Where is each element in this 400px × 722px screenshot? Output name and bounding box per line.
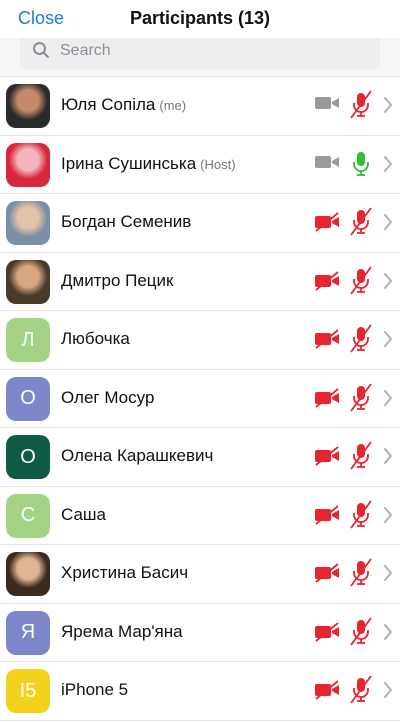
avatar-photo <box>6 84 50 128</box>
chevron-right-icon[interactable] <box>383 272 393 295</box>
participant-row[interactable]: Л Любочка <box>0 311 400 370</box>
participant-name-container: Христина Басич <box>61 563 188 583</box>
participant-name: Богдан Семенив <box>61 212 192 231</box>
video-off-icon[interactable] <box>314 270 340 297</box>
microphone-muted-icon[interactable] <box>350 382 372 418</box>
participant-name-container: Юля Сопіла (me) <box>61 95 186 115</box>
participant-row[interactable]: Христина Басич <box>0 545 400 604</box>
avatar-letter: Л <box>6 318 50 362</box>
participant-role-tag: (me) <box>159 98 187 113</box>
avatar-letter: I5 <box>6 669 50 713</box>
avatar-photo <box>6 259 50 304</box>
participant-name: Ірина Сушинська <box>61 153 197 173</box>
video-off-icon[interactable] <box>314 621 340 648</box>
participants-list: Юля Сопіла (me) Ірина Сушинська (Host) Бог… <box>0 77 400 721</box>
participant-name: Олена Карашкевич <box>61 446 214 465</box>
microphone-muted-icon[interactable] <box>350 265 372 301</box>
participant-row[interactable]: Ірина Сушинська (Host) <box>0 135 400 194</box>
participant-row[interactable]: Дмитро Пецик <box>0 252 400 311</box>
participant-name: Любочка <box>61 329 130 348</box>
avatar-letter: Я <box>6 610 50 655</box>
header-bar: Close Participants (13) <box>0 0 400 38</box>
page-title: Participants (13) <box>129 8 271 28</box>
avatar-initial: Л <box>21 328 35 351</box>
microphone-muted-icon[interactable] <box>350 207 372 242</box>
avatar-photo <box>6 552 50 596</box>
participant-name-container: Олена Карашкевич <box>61 446 213 466</box>
video-icon[interactable] <box>314 94 340 117</box>
chevron-right-icon[interactable] <box>383 564 393 587</box>
avatar-letter: О <box>6 435 50 479</box>
video-icon[interactable] <box>314 153 340 176</box>
search-input[interactable] <box>58 38 362 64</box>
avatar-initial: I5 <box>19 679 37 702</box>
search-icon <box>32 41 50 64</box>
participant-row[interactable]: Юля Сопіла (me) <box>0 77 400 136</box>
participant-name: Олег Мосур <box>61 387 155 407</box>
participant-name: Саша <box>61 504 107 524</box>
participant-name: iPhone 5 <box>61 680 129 699</box>
chevron-right-icon[interactable] <box>383 213 393 236</box>
video-off-icon[interactable] <box>314 445 340 472</box>
avatar-letter: О <box>6 376 50 421</box>
avatar-photo <box>6 142 50 187</box>
participant-row[interactable]: I5 iPhone 5 <box>0 662 400 721</box>
avatar-initial: Я <box>20 621 36 643</box>
participant-name-container: Ірина Сушинська (Host) <box>61 154 236 174</box>
chevron-right-icon[interactable] <box>383 681 393 704</box>
participant-name-container: Ярема Мар'яна <box>61 622 183 642</box>
microphone-muted-icon[interactable] <box>350 675 372 710</box>
chevron-right-icon[interactable] <box>383 330 393 353</box>
microphone-icon[interactable] <box>350 149 372 184</box>
video-off-icon[interactable] <box>314 328 340 355</box>
participant-name-container: iPhone 5 <box>61 680 128 700</box>
avatar-photo <box>6 201 50 245</box>
participant-row[interactable]: О Олена Карашкевич <box>0 428 400 487</box>
participant-row[interactable]: Богдан Семенив <box>0 194 400 253</box>
video-off-icon[interactable] <box>314 504 340 531</box>
search-bar[interactable] <box>20 38 380 70</box>
chevron-right-icon[interactable] <box>383 506 393 529</box>
chevron-right-icon[interactable] <box>383 447 393 470</box>
participant-name: Христина Басич <box>61 563 189 582</box>
participant-name-container: Олег Мосур <box>61 388 154 408</box>
participant-row[interactable]: О Олег Мосур <box>0 369 400 428</box>
avatar-initial: С <box>20 504 36 526</box>
avatar-initial: О <box>20 445 36 468</box>
participant-name: Ярема Мар'яна <box>61 621 183 641</box>
video-off-icon[interactable] <box>314 387 340 414</box>
participant-role-tag: (Host) <box>200 156 236 172</box>
participant-name-container: Саша <box>61 505 106 525</box>
chevron-right-icon[interactable] <box>383 623 393 646</box>
video-off-icon[interactable] <box>314 562 340 589</box>
search-bar-container <box>0 38 400 77</box>
avatar-letter: С <box>6 493 50 538</box>
participant-name-container: Богдан Семенив <box>61 212 191 232</box>
participant-name-container: Любочка <box>61 329 130 349</box>
avatar-initial: О <box>20 387 36 409</box>
participant-name-container: Дмитро Пецик <box>61 271 173 291</box>
microphone-muted-icon[interactable] <box>350 90 372 125</box>
microphone-muted-icon[interactable] <box>350 324 372 359</box>
microphone-muted-icon[interactable] <box>350 499 372 535</box>
microphone-muted-icon[interactable] <box>350 616 372 652</box>
participant-row[interactable]: Я Ярема Мар'яна <box>0 603 400 662</box>
chevron-right-icon[interactable] <box>383 155 393 178</box>
participant-name: Дмитро Пецик <box>61 270 174 290</box>
participant-name: Юля Сопіла <box>61 95 156 114</box>
chevron-right-icon[interactable] <box>383 96 393 119</box>
video-off-icon[interactable] <box>314 211 340 238</box>
microphone-muted-icon[interactable] <box>350 558 372 593</box>
participant-row[interactable]: С Саша <box>0 486 400 545</box>
microphone-muted-icon[interactable] <box>350 441 372 476</box>
chevron-right-icon[interactable] <box>383 389 393 412</box>
video-off-icon[interactable] <box>314 679 340 706</box>
